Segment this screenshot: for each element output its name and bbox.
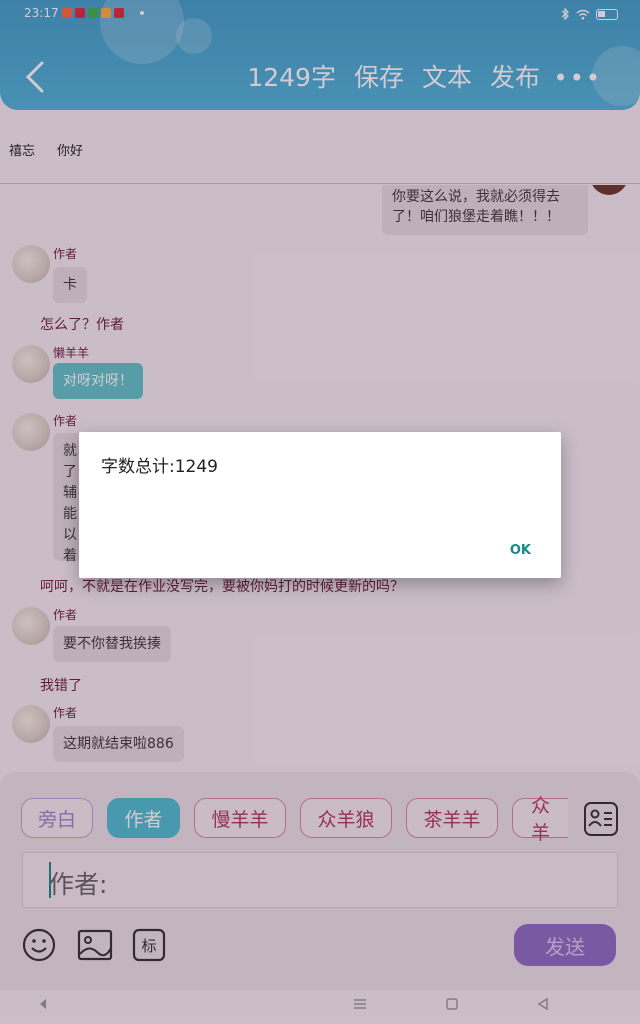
ok-button[interactable]: OK	[510, 543, 531, 558]
word-count-dialog: 字数总计:1249 OK	[79, 432, 561, 578]
dialog-message: 字数总计:1249	[101, 457, 218, 477]
